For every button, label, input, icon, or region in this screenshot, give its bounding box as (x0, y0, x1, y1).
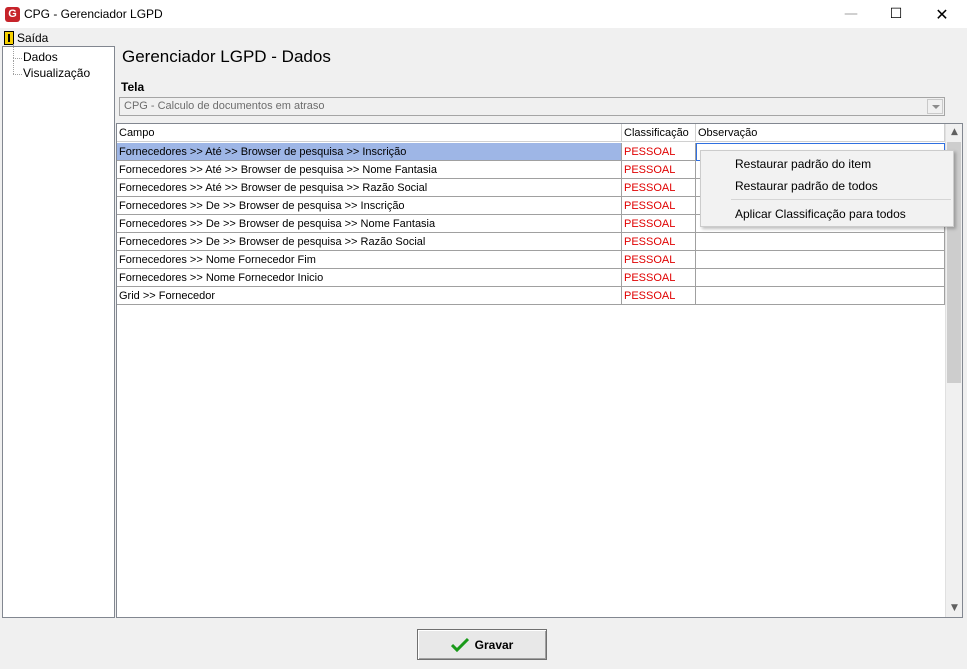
cell-classificacao[interactable]: PESSOAL (622, 287, 696, 305)
save-button-label: Gravar (474, 637, 514, 652)
cell-observacao[interactable] (696, 287, 945, 305)
cell-classificacao[interactable]: PESSOAL (622, 161, 696, 179)
context-menu: Restaurar padrão do item Restaurar padrã… (700, 150, 954, 227)
cell-classificacao[interactable]: PESSOAL (622, 233, 696, 251)
close-icon: ✕ (935, 5, 949, 24)
tree-item-dados[interactable]: Dados (7, 44, 58, 66)
exit-door-icon (4, 31, 14, 45)
menu-item-restore-all[interactable]: Restaurar padrão de todos (702, 175, 952, 197)
cell-observacao[interactable] (696, 251, 945, 269)
grid-header: Campo Classificação Observação (117, 124, 945, 142)
cell-classificacao[interactable]: PESSOAL (622, 179, 696, 197)
cell-classificacao[interactable]: PESSOAL (622, 269, 696, 287)
cell-observacao[interactable] (696, 269, 945, 287)
cell-classificacao[interactable]: PESSOAL (622, 197, 696, 215)
menu-exit[interactable]: Saída (4, 30, 48, 46)
cell-observacao[interactable] (696, 233, 945, 251)
cell-campo[interactable]: Fornecedores >> Até >> Browser de pesqui… (117, 143, 622, 161)
menu-item-restore-item[interactable]: Restaurar padrão do item (702, 153, 952, 175)
cell-classificacao[interactable]: PESSOAL (622, 143, 696, 161)
cell-campo[interactable]: Grid >> Fornecedor (117, 287, 622, 305)
cell-campo[interactable]: Fornecedores >> Até >> Browser de pesqui… (117, 161, 622, 179)
tela-select[interactable]: CPG - Calculo de documentos em atraso (119, 97, 945, 116)
minimize-button[interactable]: — (828, 0, 874, 29)
tela-label: Tela (121, 80, 145, 94)
page-title: Gerenciador LGPD - Dados (122, 47, 331, 66)
minimize-icon: — (844, 6, 858, 22)
scroll-down-icon[interactable]: ▼ (946, 600, 963, 617)
menu-separator (731, 199, 951, 200)
navigation-tree: Dados Visualização (2, 44, 115, 618)
maximize-button[interactable]: ☐ (873, 0, 919, 29)
table-row[interactable]: Fornecedores >> Nome Fornecedor Fim PESS… (117, 251, 945, 269)
menu-exit-label: Saída (17, 31, 49, 45)
close-button[interactable]: ✕ (919, 0, 965, 29)
save-button[interactable]: Gravar (417, 629, 547, 660)
window-title: CPG - Gerenciador LGPD (24, 7, 163, 21)
column-header-observacao[interactable]: Observação (696, 124, 945, 142)
scroll-up-icon[interactable]: ▲ (946, 124, 963, 141)
table-row[interactable]: Fornecedores >> Nome Fornecedor Inicio P… (117, 269, 945, 287)
tree-item-visualizacao[interactable]: Visualização (7, 60, 91, 82)
cell-campo[interactable]: Fornecedores >> Nome Fornecedor Inicio (117, 269, 622, 287)
title-bar: G CPG - Gerenciador LGPD — ☐ ✕ (0, 0, 967, 29)
column-header-campo[interactable]: Campo (117, 124, 622, 142)
cell-campo[interactable]: Fornecedores >> De >> Browser de pesquis… (117, 215, 622, 233)
cell-campo[interactable]: Fornecedores >> De >> Browser de pesquis… (117, 197, 622, 215)
cell-classificacao[interactable]: PESSOAL (622, 215, 696, 233)
column-header-classificacao[interactable]: Classificação (622, 124, 696, 142)
table-row[interactable]: Fornecedores >> De >> Browser de pesquis… (117, 233, 945, 251)
chevron-down-icon[interactable] (927, 99, 943, 114)
maximize-icon: ☐ (889, 6, 903, 22)
tela-select-value: CPG - Calculo de documentos em atraso (124, 100, 325, 112)
table-row[interactable]: Grid >> Fornecedor PESSOAL (117, 287, 945, 305)
menu-item-apply-classification-all[interactable]: Aplicar Classificação para todos (702, 203, 952, 225)
cell-campo[interactable]: Fornecedores >> Até >> Browser de pesqui… (117, 179, 622, 197)
checkmark-icon (450, 637, 469, 652)
tree-item-label: Visualização (23, 66, 91, 80)
menu-bar: Saída (0, 29, 967, 46)
tree-item-label: Dados (23, 50, 58, 64)
cell-campo[interactable]: Fornecedores >> De >> Browser de pesquis… (117, 233, 622, 251)
cell-classificacao[interactable]: PESSOAL (622, 251, 696, 269)
app-logo-icon: G (5, 7, 20, 22)
cell-campo[interactable]: Fornecedores >> Nome Fornecedor Fim (117, 251, 622, 269)
